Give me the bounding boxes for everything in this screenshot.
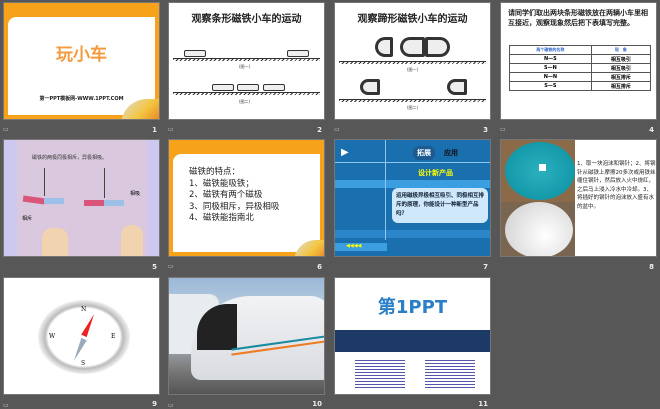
slide-number: 3 xyxy=(483,126,488,134)
tab-expand: 拓展 xyxy=(413,146,435,160)
results-table: 两个磁铁的名称现 象 N—S 相互吸引 S—N 相互吸引 N—N 相互排斥 S—S 相互… xyxy=(509,45,652,91)
caption: (图二) xyxy=(239,99,251,104)
caption: (图一) xyxy=(407,67,419,72)
blue-bowl-image xyxy=(505,142,575,200)
table-row: N—N 相互排斥 xyxy=(509,72,652,82)
white-bowl-image xyxy=(505,202,573,256)
slide-transition-icon: ▭ xyxy=(168,126,174,133)
magnet-car xyxy=(263,84,285,91)
slide-number: 2 xyxy=(317,126,322,134)
slide-thumbnail-10[interactable] xyxy=(168,277,325,395)
slide-transition-icon: ▭ xyxy=(334,126,340,133)
slide-thumbnail-9[interactable]: N S W E xyxy=(3,277,160,395)
horseshoe-magnet-car xyxy=(375,37,393,57)
slide-number: 9 xyxy=(152,400,157,408)
magnet-car xyxy=(212,84,234,91)
magnet xyxy=(44,198,64,204)
slide-thumbnail-2[interactable]: 观察条形磁铁小车的运动 (图一) (图二) xyxy=(168,2,325,120)
logo: 第1PPT xyxy=(377,297,448,318)
slide-number: 1 xyxy=(152,126,157,134)
track xyxy=(339,99,486,102)
features-list: 磁铁的特点： 1、磁铁能吸铁； 2、磁铁有两个磁极 3、同极相斥，异极相吸 4、磁铁能指… xyxy=(189,167,280,223)
slide-thumbnail-5[interactable]: 磁铁的两极同极相斥，异极相吸。 相斥 相吸 xyxy=(3,139,160,257)
slide-number: 8 xyxy=(649,263,654,271)
table-row: S—S 相互排斥 xyxy=(509,81,652,91)
track xyxy=(339,61,486,64)
slide-thumbnail-11[interactable]: 第1PPT xyxy=(334,277,491,395)
horseshoe-magnet-car xyxy=(425,37,450,57)
steps-text: 1、取一块泡沫和钢针；2、将钢针从磁铁上摩擦20多次或用铁丝缠住钢针，然后放入火… xyxy=(577,161,656,210)
slide-number: 11 xyxy=(478,400,488,408)
slide-number: 7 xyxy=(483,263,488,271)
back-arrows-icon[interactable]: ◀◀◀◀ xyxy=(346,243,361,249)
caption: (图一) xyxy=(239,64,251,69)
table-row: S—N 相互吸引 xyxy=(509,63,652,73)
caption: (图二) xyxy=(407,105,419,110)
slide-number: 5 xyxy=(152,263,157,271)
intro-text: 请同学们取出两块条形磁铁放在两辆小车里相互接近，观察现象然后把下表填写完整。 xyxy=(508,8,648,27)
magnet xyxy=(104,200,124,206)
hand xyxy=(121,225,143,256)
question-box: 运用磁极异极相互吸引、同极相互排斥的原理，你能设计一种新型产品吗？ xyxy=(392,188,488,223)
info-banner xyxy=(335,330,490,352)
track xyxy=(173,58,320,61)
tab-apply: 应用 xyxy=(444,149,458,157)
magnet-car xyxy=(237,84,259,91)
slide-number: 10 xyxy=(312,400,322,408)
subtitle: 设计新产品 xyxy=(418,169,453,177)
slide-thumbnail-3[interactable]: 观察蹄形磁铁小车的运动 (图一) (图二) xyxy=(334,2,491,120)
slide-transition-icon: ▭ xyxy=(168,263,174,270)
slide-transition-icon: ▭ xyxy=(3,126,9,133)
slide-thumbnail-7[interactable]: ▶ 拓展 应用 设计新产品 运用磁极异极相互吸引、同极相互排斥的原理，你能设计一… xyxy=(334,139,491,257)
slide-thumbnail-8[interactable]: 1、取一块泡沫和钢针；2、将钢针从磁铁上摩擦20多次或用铁丝缠住钢针，然后放入火… xyxy=(500,139,657,257)
caption: 磁铁的两极同极相斥，异极相吸。 xyxy=(32,155,108,161)
hand xyxy=(42,228,68,256)
label-repel: 相斥 xyxy=(22,216,33,222)
link-list xyxy=(355,358,405,388)
link-list xyxy=(425,358,475,388)
slide-title: 观察条形磁铁小车的运动 xyxy=(191,14,302,25)
track xyxy=(173,92,320,95)
table-row: N—S 相互吸引 xyxy=(509,54,652,64)
slide-thumbnail-6[interactable]: 磁铁的特点： 1、磁铁能吸铁； 2、磁铁有两个磁极 3、同极相斥，异极相吸 4、磁铁能指… xyxy=(168,139,325,257)
horseshoe-magnet-car xyxy=(400,37,425,57)
slide-thumbnail-1[interactable]: 玩小车 第一PPT模板网-WWW.1PPT.COM xyxy=(3,2,160,120)
slide-thumbnail-4[interactable]: 请同学们取出两块条形磁铁放在两辆小车里相互接近，观察现象然后把下表填写完整。 两… xyxy=(500,2,657,120)
magnet-car xyxy=(287,50,309,57)
slide-number: 6 xyxy=(317,263,322,271)
slide-title: 玩小车 xyxy=(56,45,107,65)
slide-number: 4 xyxy=(649,126,654,134)
slide-title: 观察蹄形磁铁小车的运动 xyxy=(357,14,468,25)
magnet xyxy=(84,200,104,206)
logo-icon: ▶ xyxy=(341,147,349,158)
horseshoe-magnet-car xyxy=(447,79,467,95)
magnet-car xyxy=(184,50,206,57)
horseshoe-magnet-car xyxy=(360,79,380,95)
label-attract: 相吸 xyxy=(130,191,141,197)
slide-transition-icon: ▭ xyxy=(500,126,506,133)
